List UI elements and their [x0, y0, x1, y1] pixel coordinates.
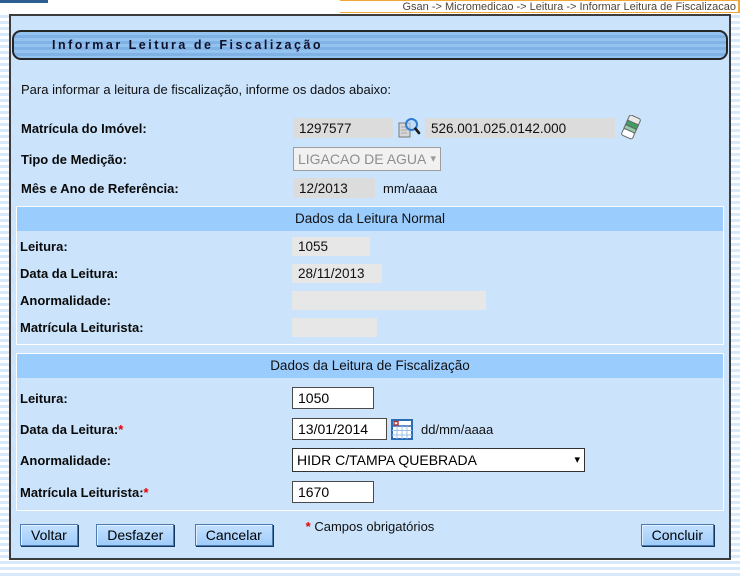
- chevron-down-icon: ▾: [574, 453, 580, 466]
- anormalidade-normal-label: Anormalidade:: [20, 293, 112, 308]
- button-row: Voltar Desfazer Cancelar Concluir: [20, 524, 714, 548]
- matricula-imovel-label: Matrícula do Imóvel:: [21, 120, 147, 136]
- top-left-tab-edge: [0, 0, 48, 3]
- section-leitura-fiscalizacao: Dados da Leitura de Fiscalização Leitura…: [16, 353, 724, 511]
- matricula-leiturista-normal-label: Matrícula Leiturista:: [20, 320, 144, 335]
- voltar-button[interactable]: Voltar: [20, 524, 78, 546]
- anormalidade-fiscal-select[interactable]: HIDR C/TAMPA QUEBRADA ▾: [292, 448, 585, 472]
- calendar-icon[interactable]: [391, 418, 413, 440]
- page-title-text: Informar Leitura de Fiscalização: [52, 38, 324, 52]
- section-leitura-normal: Dados da Leitura Normal Leitura: Data da…: [16, 206, 724, 345]
- main-panel: Informar Leitura de Fiscalização Para in…: [9, 14, 731, 560]
- section-leitura-normal-header: Dados da Leitura Normal: [17, 207, 723, 231]
- page-title: Informar Leitura de Fiscalização: [12, 30, 728, 60]
- mes-ano-referencia-label: Mês e Ano de Referência:: [21, 180, 179, 196]
- row-matricula-imovel: Matrícula do Imóvel:: [11, 115, 729, 141]
- inscricao-imovel-field: [425, 118, 615, 138]
- leitura-fiscal-input[interactable]: [292, 387, 374, 409]
- data-leitura-normal-field: [292, 264, 382, 283]
- required-marker: *: [118, 421, 124, 437]
- row-leitura-fiscal: Leitura:: [17, 387, 723, 409]
- leitura-fiscal-label: Leitura:: [20, 390, 68, 406]
- row-anormalidade-normal: Anormalidade:: [17, 291, 723, 310]
- matricula-leiturista-normal-field: [292, 318, 377, 337]
- row-matricula-leiturista-fiscal: Matrícula Leiturista:*: [17, 481, 723, 503]
- row-mes-ano-referencia: Mês e Ano de Referência: mm/aaaa: [11, 178, 729, 198]
- row-anormalidade-fiscal: Anormalidade: HIDR C/TAMPA QUEBRADA ▾: [17, 448, 723, 472]
- row-data-leitura-fiscal: Data da Leitura:* dd/mm/aaaa: [17, 418, 723, 440]
- anormalidade-normal-field: [292, 291, 486, 310]
- tipo-medicao-select: LIGACAO DE AGUA ▾: [293, 147, 441, 171]
- data-leitura-fiscal-label: Data da Leitura:*: [20, 421, 124, 437]
- data-leitura-fiscal-input[interactable]: [292, 418, 387, 440]
- tipo-medicao-label: Tipo de Medição:: [21, 151, 127, 167]
- leitura-normal-label: Leitura:: [20, 239, 68, 254]
- required-marker: *: [143, 484, 149, 500]
- intro-text: Para informar a leitura de fiscalização,…: [21, 82, 391, 97]
- data-leitura-normal-label: Data da Leitura:: [20, 266, 119, 281]
- search-icon[interactable]: [397, 116, 421, 140]
- eraser-icon[interactable]: [619, 115, 643, 141]
- row-tipo-medicao: Tipo de Medição: LIGACAO DE AGUA ▾: [11, 147, 729, 171]
- leitura-normal-field: [292, 237, 370, 256]
- data-format-hint: dd/mm/aaaa: [421, 421, 494, 437]
- concluir-button[interactable]: Concluir: [640, 524, 714, 546]
- desfazer-button[interactable]: Desfazer: [96, 524, 175, 546]
- matricula-leiturista-fiscal-label: Matrícula Leiturista:*: [20, 484, 149, 500]
- tipo-medicao-value: LIGACAO DE AGUA: [298, 151, 427, 167]
- matricula-imovel-input[interactable]: [293, 118, 393, 138]
- mes-ano-referencia-input: [293, 178, 375, 198]
- breadcrumb[interactable]: Gsan -> Micromedicao -> Leitura -> Infor…: [402, 1, 736, 13]
- chevron-down-icon: ▾: [430, 152, 436, 165]
- row-data-leitura-normal: Data da Leitura:: [17, 264, 723, 283]
- section-leitura-fiscalizacao-header: Dados da Leitura de Fiscalização: [17, 354, 723, 378]
- anormalidade-fiscal-label: Anormalidade:: [20, 452, 112, 468]
- header-strip: Gsan -> Micromedicao -> Leitura -> Infor…: [0, 0, 740, 13]
- anormalidade-fiscal-value: HIDR C/TAMPA QUEBRADA: [297, 452, 477, 468]
- mes-ano-format-hint: mm/aaaa: [383, 180, 438, 196]
- cancelar-button[interactable]: Cancelar: [194, 524, 273, 546]
- row-leitura-normal: Leitura:: [17, 237, 723, 256]
- matricula-leiturista-fiscal-input[interactable]: [292, 481, 374, 503]
- row-matricula-leiturista-normal: Matrícula Leiturista:: [17, 318, 723, 337]
